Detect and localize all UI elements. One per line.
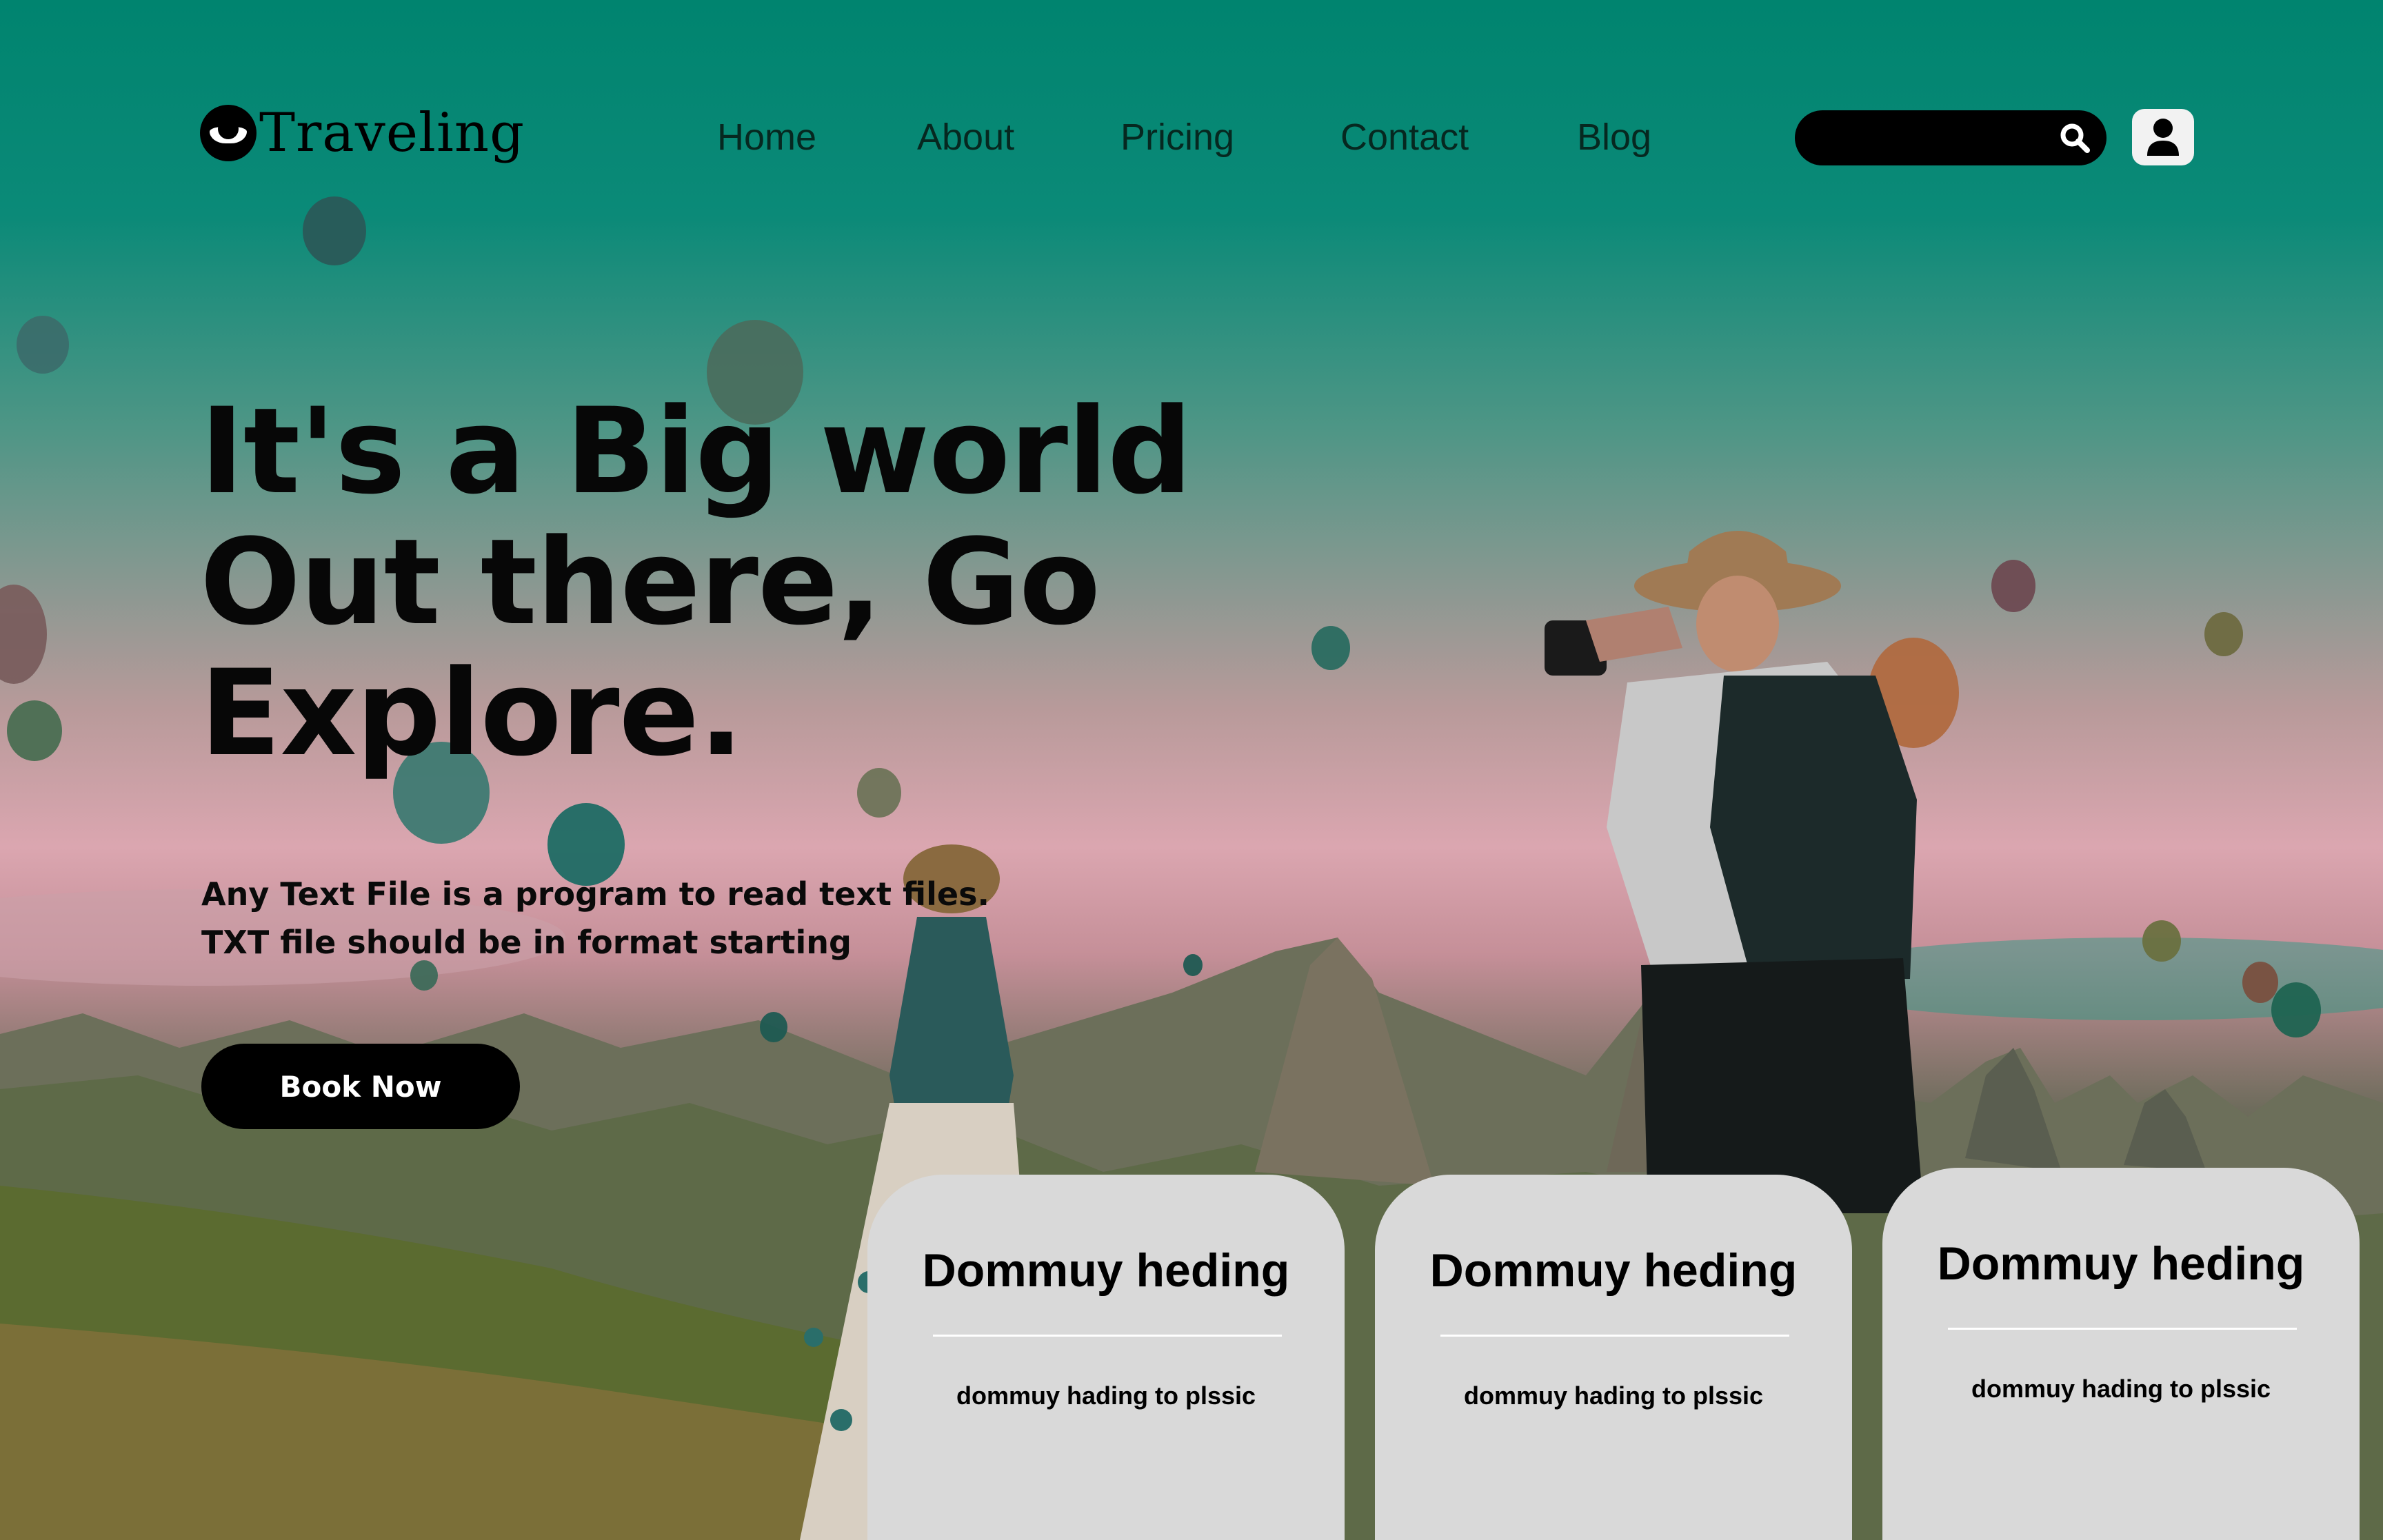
search-input[interactable] [1795, 110, 2107, 165]
card-title: Dommuy heding [1429, 1244, 1798, 1297]
nav-home[interactable]: Home [717, 116, 816, 159]
card-title: Dommuy heding [1937, 1237, 2305, 1290]
account-button[interactable] [2132, 109, 2194, 165]
page: Traveling Home About Pricing Contact Blo… [0, 0, 2383, 1540]
card-text: dommuy hading to plssic [1971, 1375, 2271, 1403]
brand-name: Traveling [259, 102, 525, 164]
feature-card[interactable]: Dommuy heding dommuy hading to plssic [867, 1175, 1345, 1540]
user-icon [2147, 119, 2179, 156]
hero-title-line-2: Out there, Go [200, 513, 1100, 651]
card-title: Dommuy heding [922, 1244, 1290, 1297]
nav-contact[interactable]: Contact [1340, 116, 1469, 159]
eye-logo-icon [200, 105, 257, 161]
feature-card[interactable]: Dommuy heding dommuy hading to plssic [1882, 1168, 2360, 1540]
search-icon[interactable] [2058, 121, 2091, 154]
hero-subtitle: Any Text File is a program to read text … [201, 870, 989, 966]
card-divider [933, 1335, 1282, 1337]
card-text: dommuy hading to plssic [1463, 1381, 1764, 1410]
nav-pricing[interactable]: Pricing [1120, 116, 1234, 159]
hero-subtitle-line-2: TXT file should be in format starting [201, 924, 852, 961]
hero-title-line-3: Explore. [200, 644, 744, 782]
card-text: dommuy hading to plssic [956, 1381, 1256, 1410]
brand-logo[interactable]: Traveling [200, 105, 525, 161]
nav-blog[interactable]: Blog [1577, 116, 1651, 159]
hero-title-line-1: It's a Big world [200, 382, 1192, 520]
feature-card[interactable]: Dommuy heding dommuy hading to plssic [1375, 1175, 1852, 1540]
book-now-button[interactable]: Book Now [201, 1044, 520, 1129]
card-divider [1440, 1335, 1789, 1337]
hero-subtitle-line-1: Any Text File is a program to read text … [201, 875, 989, 913]
hero-title: It's a Big world Out there, Go Explore. [200, 386, 1192, 779]
card-divider [1948, 1328, 2297, 1330]
nav-about[interactable]: About [917, 116, 1014, 159]
